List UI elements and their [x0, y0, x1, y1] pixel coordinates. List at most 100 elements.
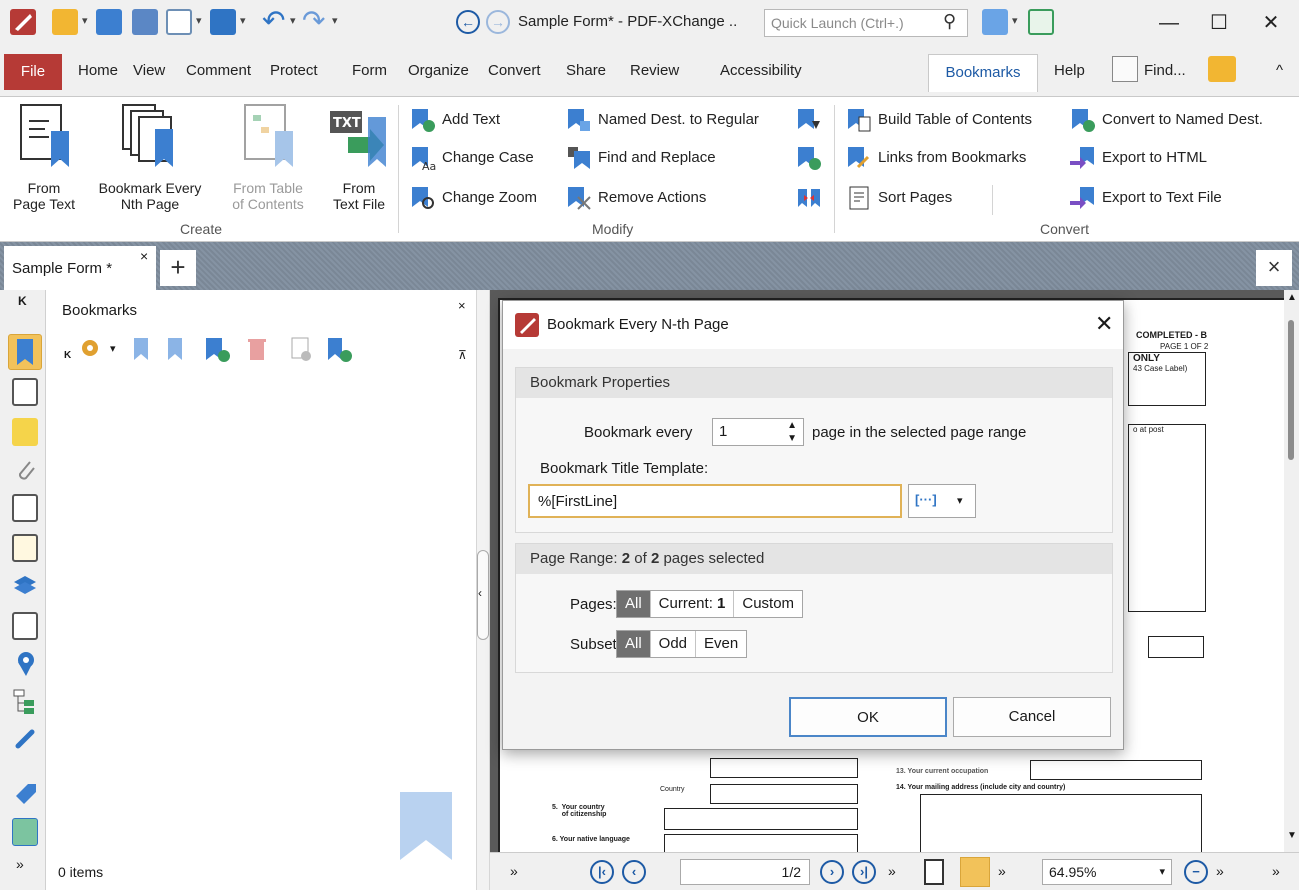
macro-dropdown-icon[interactable]: ▾: [957, 494, 963, 507]
continuous-page-icon[interactable]: [960, 857, 990, 887]
new-bookmark-before-icon[interactable]: [128, 334, 158, 364]
menu-organize[interactable]: Organize: [408, 62, 469, 79]
links-icon[interactable]: [12, 726, 38, 754]
layers-icon[interactable]: [12, 572, 38, 600]
subset-odd-option[interactable]: Odd: [651, 631, 697, 657]
find-icon[interactable]: [1112, 56, 1138, 82]
page-number-input[interactable]: 1/2: [680, 859, 810, 885]
bookmarks-pane-icon[interactable]: [8, 334, 42, 370]
collapse-pane-icon[interactable]: K: [18, 294, 27, 308]
menu-file[interactable]: File: [4, 54, 62, 90]
menu-convert[interactable]: Convert: [488, 62, 541, 79]
menu-accessibility[interactable]: Accessibility: [720, 62, 802, 79]
maximize-button[interactable]: ☐: [1196, 6, 1242, 40]
menu-review[interactable]: Review: [630, 62, 679, 79]
scroll-down-arrow-icon[interactable]: ▼: [1287, 830, 1297, 841]
comments-icon[interactable]: [12, 418, 38, 446]
subset-all-option[interactable]: All: [617, 631, 651, 657]
scroll-up-icon[interactable]: ⊼: [458, 348, 467, 362]
add-bookmark-icon[interactable]: [202, 334, 232, 364]
menu-share[interactable]: Share: [566, 62, 606, 79]
menu-home[interactable]: Home: [78, 62, 118, 79]
panel-splitter[interactable]: ‹: [476, 290, 490, 890]
close-document-button[interactable]: ×: [1256, 250, 1292, 286]
fields-icon[interactable]: [12, 612, 38, 640]
vertical-scrollbar[interactable]: ▲ ▼: [1284, 290, 1299, 852]
pages-all-option[interactable]: All: [617, 591, 651, 617]
print-icon[interactable]: [132, 9, 158, 35]
structure-tree-icon[interactable]: [12, 688, 38, 716]
options-dropdown-icon[interactable]: ▾: [110, 342, 116, 355]
zoom-out-icon[interactable]: −: [1184, 860, 1208, 884]
content-icon[interactable]: [12, 494, 38, 522]
more-tools-icon[interactable]: »: [16, 856, 24, 872]
open-dropdown-icon[interactable]: ▾: [82, 14, 88, 27]
insert-macro-button[interactable]: [···] ▾: [908, 484, 976, 518]
bookmark-search-icon[interactable]: [324, 334, 354, 364]
new-tab-button[interactable]: +: [160, 250, 196, 286]
menu-comment[interactable]: Comment: [186, 62, 251, 79]
collapse-ribbon-icon[interactable]: ^: [1276, 62, 1283, 79]
menu-bookmarks[interactable]: Bookmarks: [928, 54, 1038, 92]
attachments-icon[interactable]: [12, 456, 38, 484]
fullscreen-icon[interactable]: [1028, 9, 1054, 35]
save-icon[interactable]: [96, 9, 122, 35]
more-nav-icon[interactable]: »: [888, 863, 896, 879]
more-status-icon[interactable]: »: [510, 863, 518, 879]
email-icon[interactable]: [166, 9, 192, 35]
delete-bookmark-icon[interactable]: [242, 334, 272, 364]
collapse-all-icon[interactable]: K: [64, 350, 71, 361]
title-template-input[interactable]: %[FirstLine]: [528, 484, 902, 518]
bookmark-properties-icon[interactable]: [286, 334, 316, 364]
menu-view[interactable]: View: [133, 62, 165, 79]
bookmark-every-nth-page-button[interactable]: Bookmark Every Nth Page: [92, 103, 208, 212]
scan-dropdown-icon[interactable]: ▾: [240, 14, 246, 27]
last-page-icon[interactable]: ›|: [852, 860, 876, 884]
pages-custom-option[interactable]: Custom: [734, 591, 802, 617]
collapse-left-icon[interactable]: ‹: [478, 586, 482, 600]
find-advanced-icon[interactable]: [1208, 56, 1236, 82]
back-icon[interactable]: ←: [456, 10, 480, 34]
scrollbar-thumb[interactable]: [1288, 320, 1294, 460]
menu-help[interactable]: Help: [1054, 62, 1085, 79]
customize-dropdown-icon[interactable]: ▾: [1012, 14, 1018, 27]
zoom-dropdown-icon[interactable]: ▾: [1159, 860, 1165, 884]
stepper-arrows-icon[interactable]: ▲ ▼: [787, 419, 797, 445]
more-layout-icon[interactable]: »: [998, 863, 1006, 879]
undo-icon[interactable]: ↶: [262, 4, 285, 37]
more-zoom-icon[interactable]: »: [1216, 863, 1224, 879]
quick-launch-input[interactable]: Quick Launch (Ctrl+.) ⚲: [764, 9, 968, 37]
tags-icon[interactable]: [12, 780, 38, 808]
open-folder-icon[interactable]: [52, 9, 78, 35]
scroll-up-arrow-icon[interactable]: ▲: [1287, 292, 1297, 303]
from-page-text-button[interactable]: From Page Text: [4, 103, 84, 212]
pages-current-option[interactable]: Current: 1: [651, 591, 735, 617]
bookmark-check-icon[interactable]: [796, 145, 822, 171]
next-page-icon[interactable]: ›: [820, 860, 844, 884]
close-window-button[interactable]: ✕: [1248, 6, 1294, 40]
document-tab[interactable]: Sample Form * ×: [4, 246, 156, 290]
undo-dropdown-icon[interactable]: ▾: [290, 14, 296, 27]
destinations-icon[interactable]: [12, 650, 38, 678]
first-page-icon[interactable]: |‹: [590, 860, 614, 884]
close-panel-icon[interactable]: ×: [458, 298, 466, 313]
options-gear-icon[interactable]: [76, 334, 106, 364]
menu-form[interactable]: Form: [352, 62, 387, 79]
email-dropdown-icon[interactable]: ▾: [196, 14, 202, 27]
zoom-level-select[interactable]: 64.95% ▾: [1042, 859, 1172, 885]
dialog-close-button[interactable]: ✕: [1095, 311, 1113, 337]
single-page-icon[interactable]: [924, 859, 944, 885]
customize-icon[interactable]: [982, 9, 1008, 35]
bookmark-expand-icon[interactable]: [796, 185, 822, 211]
pages-thumbnails-icon[interactable]: [12, 378, 38, 406]
previous-page-icon[interactable]: ‹: [622, 860, 646, 884]
menu-find[interactable]: Find...: [1144, 62, 1186, 79]
new-bookmark-after-icon[interactable]: [162, 334, 192, 364]
close-tab-icon[interactable]: ×: [140, 248, 148, 264]
bookmark-move-down-icon[interactable]: [796, 107, 822, 133]
bookmark-every-stepper[interactable]: 1 ▲ ▼: [712, 418, 804, 446]
scan-icon[interactable]: [210, 9, 236, 35]
ok-button[interactable]: OK: [789, 697, 947, 737]
compare-icon[interactable]: [12, 818, 38, 846]
forward-icon[interactable]: →: [486, 10, 510, 34]
